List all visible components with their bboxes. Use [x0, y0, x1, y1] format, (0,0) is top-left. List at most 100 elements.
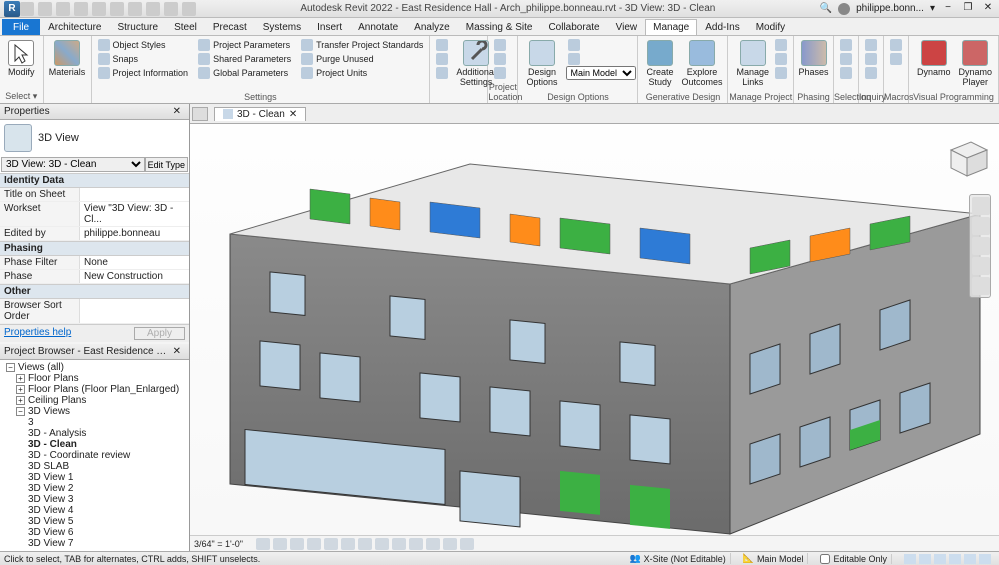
tree-node[interactable]: 3D View 7 — [2, 538, 187, 549]
rendering-icon[interactable] — [324, 538, 338, 550]
qat-measure-icon[interactable] — [128, 2, 142, 16]
transfer-standards-button[interactable]: Transfer Project Standards — [299, 38, 425, 52]
position-button[interactable] — [492, 66, 508, 80]
apply-button[interactable]: Apply — [134, 327, 185, 340]
visual-style-icon[interactable] — [273, 538, 287, 550]
project-params-button[interactable]: Project Parameters — [196, 38, 293, 52]
tab-analyze[interactable]: Analyze — [406, 19, 458, 35]
panel-schedule-icon[interactable] — [434, 52, 450, 66]
select-dropdown[interactable]: Select ▾ — [0, 91, 43, 102]
qat-print-icon[interactable] — [110, 2, 124, 16]
properties-help-link[interactable]: Properties help — [4, 327, 71, 340]
tree-node[interactable]: 3D View 5 — [2, 516, 187, 527]
explore-outcomes-button[interactable]: Explore Outcomes — [677, 38, 726, 90]
orbit-icon[interactable] — [972, 257, 990, 275]
prop-row[interactable]: Edited byphilippe.bonneau — [0, 227, 189, 241]
selection-edit-icon[interactable] — [838, 66, 854, 80]
prop-value[interactable] — [80, 188, 189, 201]
qat-undo-icon[interactable] — [74, 2, 88, 16]
user-name[interactable]: philippe.bonn... — [856, 3, 924, 14]
tab-precast[interactable]: Precast — [205, 19, 255, 35]
design-option-icon[interactable]: 📐 — [743, 553, 754, 564]
add-to-set-icon[interactable] — [566, 38, 636, 52]
help-icon[interactable]: ▾ — [930, 3, 935, 14]
edit-type-button[interactable]: Edit Type — [145, 157, 188, 172]
expand-icon[interactable]: + — [16, 385, 25, 394]
qat-switch-windows-icon[interactable] — [182, 2, 196, 16]
qat-close-hidden-icon[interactable] — [164, 2, 178, 16]
prop-row[interactable]: WorksetView "3D View: 3D - Cl... — [0, 202, 189, 227]
prop-row[interactable]: Browser Sort Order — [0, 299, 189, 324]
prop-value[interactable] — [80, 299, 189, 323]
steering-wheel-icon[interactable] — [972, 197, 990, 215]
zoom-icon[interactable] — [972, 237, 990, 255]
restore-button[interactable]: ❐ — [961, 3, 975, 15]
select-links-icon[interactable] — [904, 554, 916, 564]
tree-node[interactable]: 3D View 2 — [2, 483, 187, 494]
collapse-icon[interactable]: − — [16, 407, 25, 416]
macro-security-icon[interactable] — [888, 52, 904, 66]
ids-of-selection-icon[interactable] — [863, 38, 879, 52]
selection-load-icon[interactable] — [838, 38, 854, 52]
prop-value[interactable]: New Construction — [80, 270, 189, 283]
shadows-icon[interactable] — [307, 538, 321, 550]
design-options-button[interactable]: Design Options — [522, 38, 561, 90]
snaps-button[interactable]: Snaps — [96, 52, 191, 66]
global-params-button[interactable]: Global Parameters — [196, 66, 293, 80]
select-underlay-icon[interactable] — [919, 554, 931, 564]
tree-node[interactable]: 3 — [2, 417, 187, 428]
tree-node[interactable]: 3D - Coordinate review — [2, 450, 187, 461]
qat-open-icon[interactable] — [20, 2, 34, 16]
qat-save-icon[interactable] — [38, 2, 52, 16]
tree-node[interactable]: 3D View 3 — [2, 494, 187, 505]
lookaround-icon[interactable] — [972, 277, 990, 295]
drag-elements-icon[interactable] — [964, 554, 976, 564]
shared-params-button[interactable]: Shared Parameters — [196, 52, 293, 66]
select-by-id-icon[interactable] — [863, 52, 879, 66]
tab-addins[interactable]: Add-Ins — [697, 19, 747, 35]
collapse-icon[interactable]: − — [6, 363, 15, 372]
close-button[interactable]: ✕ — [981, 3, 995, 15]
tree-node[interactable]: 3D View 4 — [2, 505, 187, 516]
purge-button[interactable]: Purge Unused — [299, 52, 425, 66]
tab-modify[interactable]: Modify — [748, 19, 793, 35]
prop-row[interactable]: PhaseNew Construction — [0, 270, 189, 284]
tab-insert[interactable]: Insert — [309, 19, 350, 35]
detail-level-icon[interactable] — [256, 538, 270, 550]
3d-canvas[interactable] — [190, 124, 999, 535]
coordinates-button[interactable] — [492, 52, 508, 66]
home-views-icon[interactable] — [192, 107, 208, 121]
location-button[interactable] — [492, 38, 508, 52]
highlight-displacement-icon[interactable] — [460, 538, 474, 550]
materials-button[interactable]: Materials — [48, 38, 87, 80]
expand-icon[interactable]: + — [16, 396, 25, 405]
tab-collaborate[interactable]: Collaborate — [540, 19, 607, 35]
tab-massing[interactable]: Massing & Site — [458, 19, 541, 35]
workset-icon[interactable]: 👥 — [629, 553, 640, 564]
browser-close-icon[interactable]: ✕ — [169, 346, 185, 357]
view-tab-3d-clean[interactable]: 3D - Clean ✕ — [214, 107, 306, 121]
prop-value[interactable]: None — [80, 256, 189, 269]
tree-node[interactable]: +Floor Plans (Floor Plan_Enlarged) — [2, 384, 187, 395]
reveal-hidden-icon[interactable] — [409, 538, 423, 550]
main-model-select[interactable]: Main Model — [566, 66, 636, 80]
tree-node[interactable]: +Floor Plans — [2, 373, 187, 384]
view-scale[interactable]: 3/64" = 1'-0" — [194, 539, 243, 549]
qat-redo-icon[interactable] — [92, 2, 106, 16]
analytical-model-icon[interactable] — [443, 538, 457, 550]
temp-hide-icon[interactable] — [392, 538, 406, 550]
tab-view[interactable]: View — [608, 19, 646, 35]
tree-node[interactable]: +Ceiling Plans — [2, 395, 187, 406]
structural-settings-icon[interactable] — [434, 66, 450, 80]
properties-type-display[interactable]: 3D View — [0, 120, 189, 156]
select-face-icon[interactable] — [949, 554, 961, 564]
viewcube[interactable] — [941, 132, 991, 182]
crop-view-icon[interactable] — [341, 538, 355, 550]
pick-edit-icon[interactable] — [566, 52, 636, 66]
qat-sync-icon[interactable] — [56, 2, 70, 16]
tab-annotate[interactable]: Annotate — [350, 19, 406, 35]
project-info-button[interactable]: Project Information — [96, 66, 191, 80]
minimize-button[interactable]: − — [941, 3, 955, 15]
prop-row[interactable]: Phase FilterNone — [0, 256, 189, 270]
tab-file[interactable]: File — [2, 19, 40, 35]
